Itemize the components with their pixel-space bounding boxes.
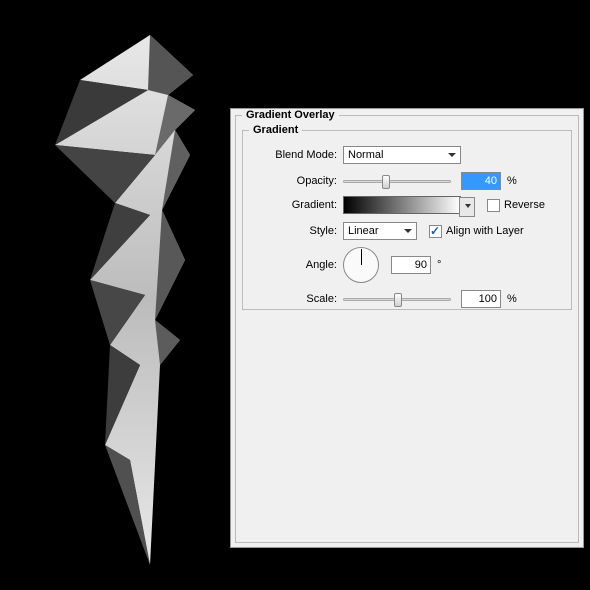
style-select[interactable]: Linear — [343, 222, 417, 240]
scale-slider[interactable] — [343, 298, 451, 301]
scale-row: Scale: 100 % — [243, 289, 563, 309]
gradient-row: Gradient: Reverse — [243, 195, 563, 215]
blend-mode-row: Blend Mode: Normal — [243, 145, 563, 165]
angle-label: Angle: — [243, 259, 343, 271]
gradient-label: Gradient: — [243, 199, 343, 211]
blend-mode-value: Normal — [348, 149, 383, 161]
opacity-input[interactable]: 40 — [461, 172, 501, 190]
section-title: Gradient — [249, 124, 302, 136]
opacity-slider-thumb[interactable] — [382, 175, 390, 189]
angle-dial[interactable] — [343, 247, 379, 283]
opacity-label: Opacity: — [243, 175, 343, 187]
reverse-checkbox[interactable] — [487, 199, 500, 212]
scale-input[interactable]: 100 — [461, 290, 501, 308]
scale-slider-thumb[interactable] — [394, 293, 402, 307]
blend-mode-select[interactable]: Normal — [343, 146, 461, 164]
angle-dial-hand — [361, 249, 362, 265]
opacity-slider[interactable] — [343, 180, 451, 183]
style-label: Style: — [243, 225, 343, 237]
style-row: Style: Linear Align with Layer — [243, 221, 563, 241]
blend-mode-label: Blend Mode: — [243, 149, 343, 161]
scale-unit: % — [507, 293, 517, 305]
style-value: Linear — [348, 225, 379, 237]
preview-shape — [30, 35, 210, 565]
align-label: Align with Layer — [446, 225, 524, 237]
angle-unit: ° — [437, 259, 441, 271]
opacity-unit: % — [507, 175, 517, 187]
panel-title: Gradient Overlay — [242, 109, 339, 121]
gradient-picker[interactable] — [343, 196, 461, 214]
gradient-overlay-panel: Gradient Overlay Gradient Blend Mode: No… — [230, 108, 584, 548]
align-checkbox[interactable] — [429, 225, 442, 238]
scale-label: Scale: — [243, 293, 343, 305]
gradient-fieldset: Gradient Blend Mode: Normal Opacity: 40 … — [242, 130, 572, 310]
reverse-label: Reverse — [504, 199, 545, 211]
angle-row: Angle: 90 ° — [243, 245, 563, 285]
opacity-row: Opacity: 40 % — [243, 171, 563, 191]
angle-input[interactable]: 90 — [391, 256, 431, 274]
gradient-overlay-fieldset: Gradient Overlay Gradient Blend Mode: No… — [235, 115, 579, 543]
